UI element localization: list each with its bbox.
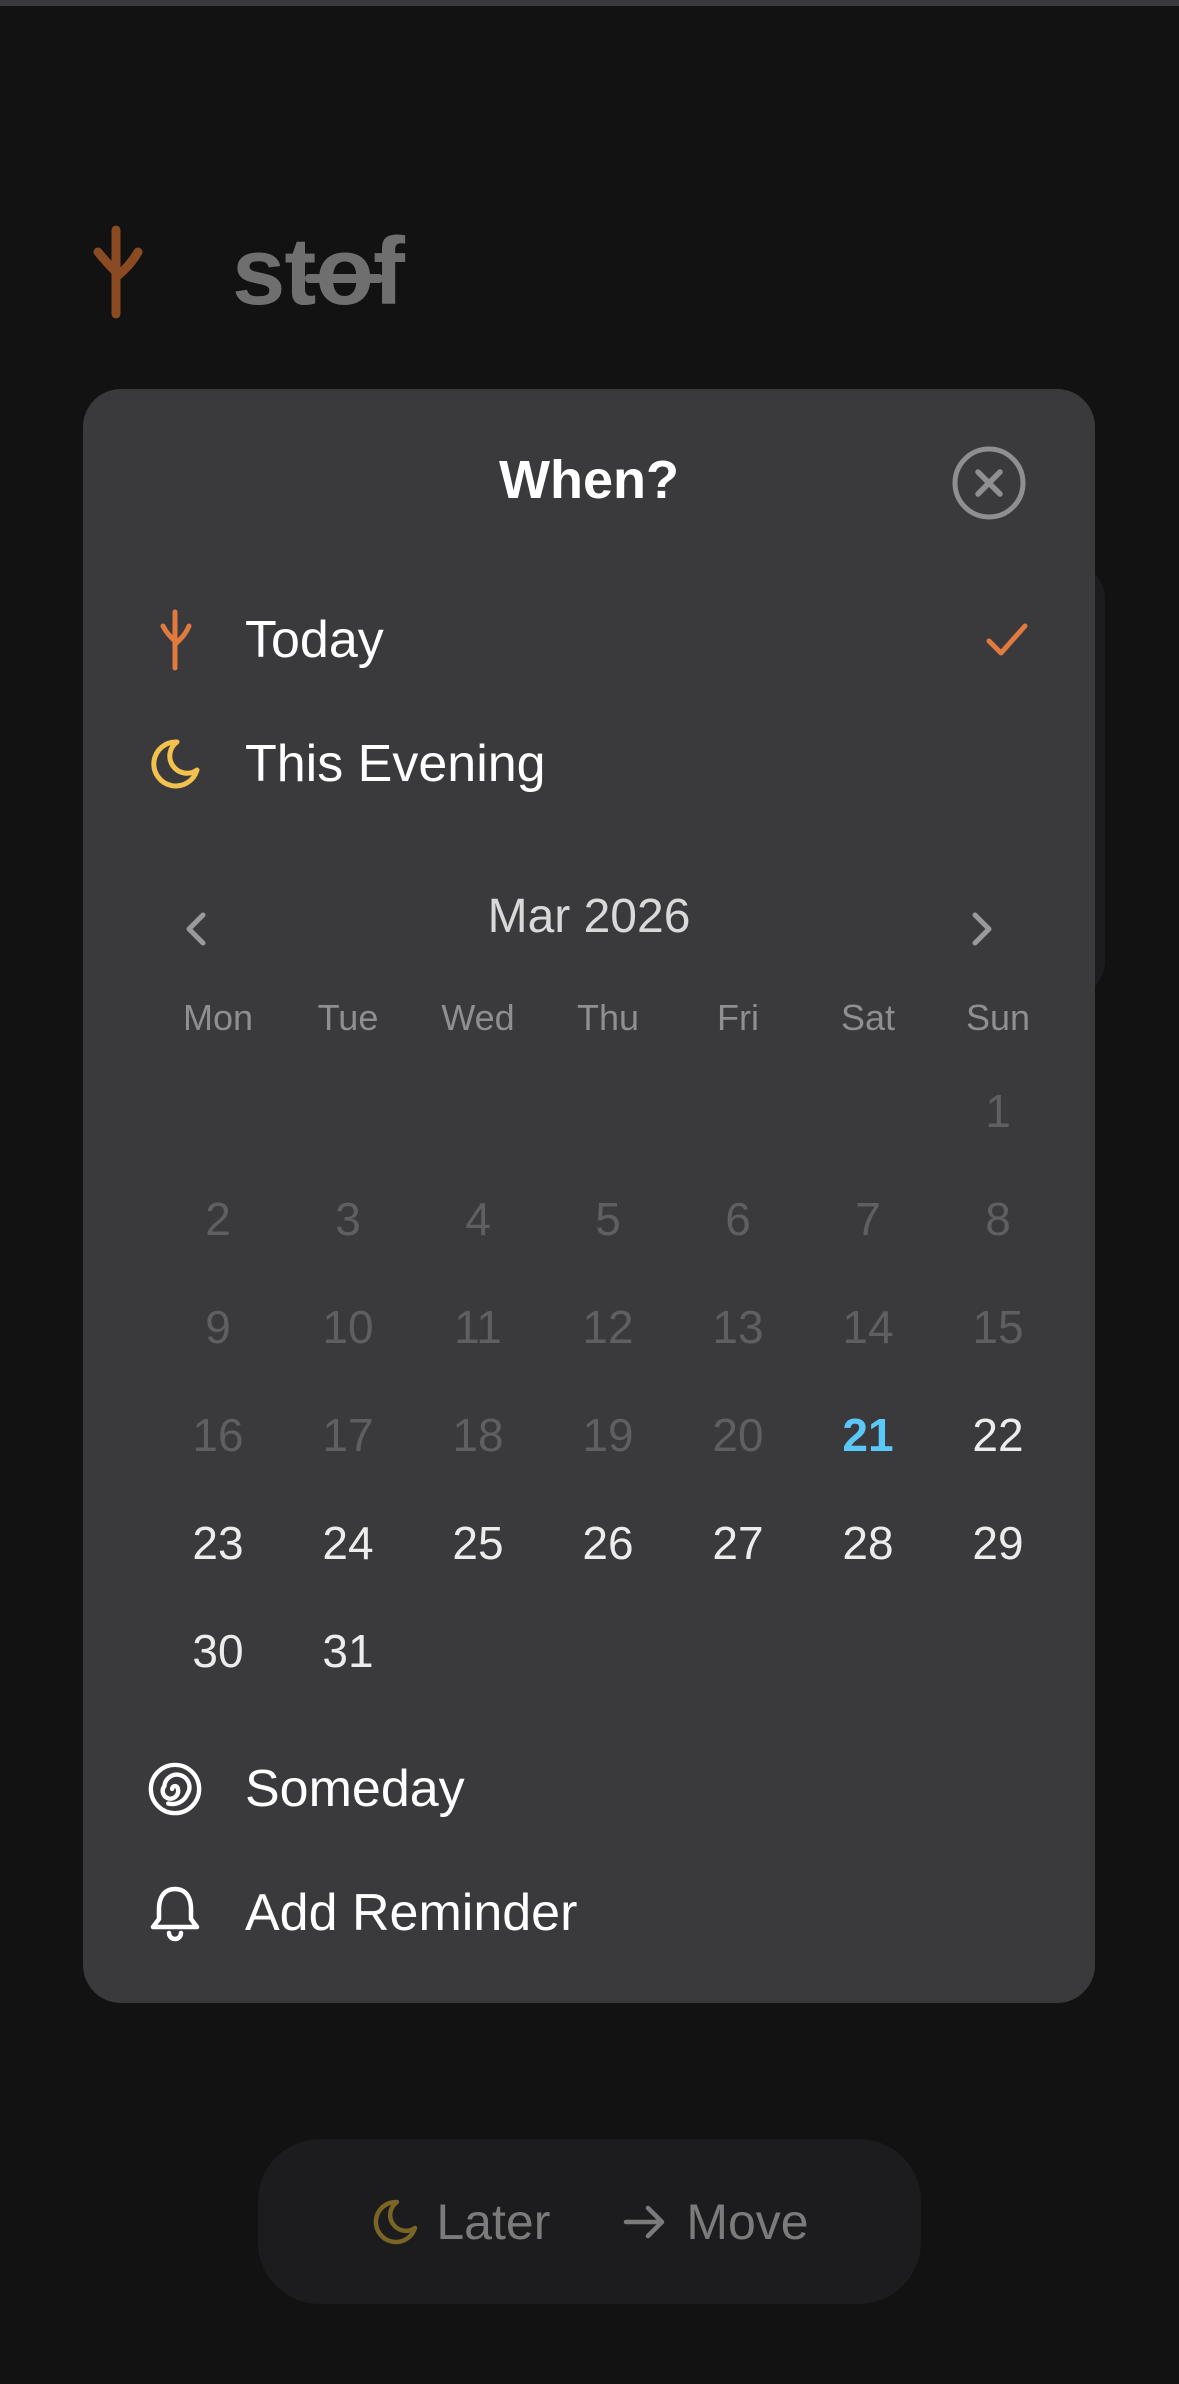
calendar-day-20: 20 [712,1409,764,1461]
weekday-mon: Mon [182,997,254,1038]
modal-title: When? [499,450,679,510]
calendar-day-today[interactable]: 21 [803,1381,933,1489]
calendar-day-11: 11 [454,1301,502,1353]
option-today[interactable]: Today [147,590,1031,690]
top-edge [0,0,1179,6]
calendar-day-23[interactable]: 23 [153,1489,283,1597]
weekday-wed: Wed [441,997,515,1038]
option-today-label: Today [245,611,384,669]
calendar-day-26[interactable]: 26 [543,1489,673,1597]
calendar-day-6: 6 [725,1193,751,1245]
calendar-day-19: 19 [582,1409,634,1461]
branch-icon [93,225,143,319]
later-button[interactable]: Later [370,2193,550,2251]
chevron-right-icon [972,912,992,946]
calendar-empty-cell [803,1057,933,1165]
weekday-fri: Fri [717,997,759,1038]
calendar-empty-cell [673,1057,803,1165]
moon-icon [374,2199,418,2244]
calendar-week: 30 31 [153,1597,1063,1705]
calendar-day-28[interactable]: 28 [803,1489,933,1597]
calendar-day-7: 7 [855,1193,881,1245]
move-label: Move [686,2193,809,2250]
calendar-week: 23 24 25 26 27 28 29 [153,1489,1063,1597]
option-add-reminder[interactable]: Add Reminder [147,1863,1031,1963]
calendar-day-31[interactable]: 31 [283,1597,413,1705]
calendar-day-1: 1 [985,1085,1011,1137]
calendar-day-12: 12 [582,1301,634,1353]
spiral-icon [147,1757,203,1821]
month-label: Mar 2026 [487,890,691,943]
month-navigation: Mar 2026 [147,869,1031,969]
calendar-empty-cell [283,1057,413,1165]
calendar-day-17: 17 [322,1409,374,1461]
weekday-sun: Sun [965,997,1031,1038]
moon-icon [147,732,203,796]
calendar-day-29[interactable]: 29 [933,1489,1063,1597]
close-circle-icon [952,446,1026,520]
when-modal: When? Today This Evening Mar 2026 Mon Tu… [83,389,1095,2003]
close-button[interactable] [951,445,1027,521]
option-this-evening[interactable]: This Evening [147,714,1031,814]
calendar-week: 16 17 18 19 20 21 22 [153,1381,1063,1489]
app-header: stof [86,218,405,325]
calendar-day-8: 8 [985,1193,1011,1245]
app-title: stof [232,218,405,325]
calendar-day-16: 16 [192,1409,244,1461]
weekday-thu: Thu [576,997,640,1038]
arrow-right-icon [624,2205,665,2238]
weekday-tue: Tue [317,997,379,1038]
calendar-day-30[interactable]: 30 [153,1597,283,1705]
calendar-day-27[interactable]: 27 [673,1489,803,1597]
bell-icon [147,1881,203,1945]
calendar-grid: 1 2 3 4 5 6 7 8 9 10 11 12 13 14 15 16 17 18 19 20 21 22 23 24 2… [153,1057,1063,1705]
calendar-week: 9 10 11 12 13 14 15 [153,1273,1063,1381]
calendar-day-25[interactable]: 25 [413,1489,543,1597]
weekday-header: Mon Tue Wed Thu Fri Sat Sun [153,997,1063,1039]
calendar-day-3: 3 [335,1193,361,1245]
bottom-action-bar: Later Move [258,2139,921,2304]
calendar-day-10: 10 [322,1301,374,1353]
move-button[interactable]: Move [620,2193,809,2251]
checkmark-icon [986,623,1028,656]
calendar-empty-cell [153,1057,283,1165]
calendar-week: 2 3 4 5 6 7 8 [153,1165,1063,1273]
calendar-day-18: 18 [452,1409,504,1461]
calendar-day-24[interactable]: 24 [283,1489,413,1597]
weekday-sat: Sat [840,997,896,1038]
next-month-button[interactable] [951,899,1011,959]
calendar-day-13: 13 [712,1301,764,1353]
calendar-day-2: 2 [205,1193,231,1245]
calendar-day-9: 9 [205,1301,231,1353]
branch-icon [147,608,203,672]
calendar-day-22[interactable]: 22 [933,1381,1063,1489]
option-someday[interactable]: Someday [147,1739,1031,1839]
calendar-day-15: 15 [972,1301,1024,1353]
option-this-evening-label: This Evening [245,735,546,793]
calendar-empty-cell [413,1057,543,1165]
calendar-day-14: 14 [842,1301,894,1353]
calendar-empty-cell [543,1057,673,1165]
later-label: Later [436,2193,551,2250]
option-someday-label: Someday [245,1760,465,1818]
calendar-week: 1 [153,1057,1063,1165]
option-add-reminder-label: Add Reminder [245,1884,578,1942]
calendar-day-5: 5 [595,1193,621,1245]
calendar-day-4: 4 [465,1193,491,1245]
